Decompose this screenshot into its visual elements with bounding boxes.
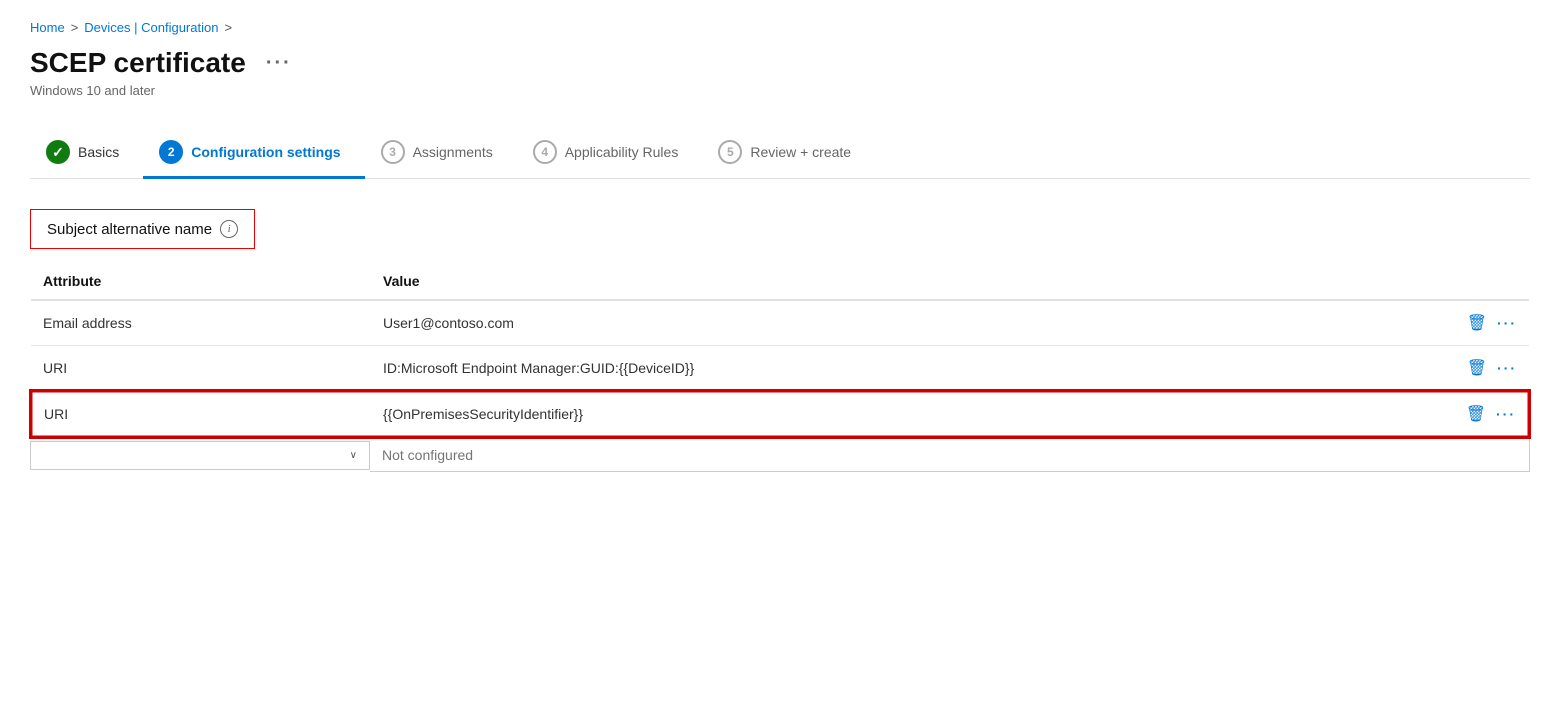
tab-applicability-label: Applicability Rules bbox=[565, 144, 679, 160]
tab-configuration[interactable]: 2 Configuration settings bbox=[143, 128, 364, 179]
delete-icon[interactable]: 🗑 bbox=[1466, 404, 1486, 424]
value-input[interactable] bbox=[370, 438, 1530, 472]
section-title: Subject alternative name bbox=[47, 221, 212, 238]
page-more-button[interactable]: ··· bbox=[258, 48, 300, 79]
section-label-box: Subject alternative name i bbox=[30, 209, 255, 249]
tab-basics-circle: ✓ bbox=[46, 140, 70, 164]
table-row: Email addressUser1@contoso.com 🗑 ··· bbox=[31, 300, 1529, 346]
table-row: URI{{OnPremisesSecurityIdentifier}} 🗑 ··· bbox=[31, 391, 1529, 437]
cell-attribute: URI bbox=[31, 391, 371, 437]
san-table: Attribute Value Email addressUser1@conto… bbox=[30, 265, 1530, 438]
page-title: SCEP certificate bbox=[30, 47, 246, 79]
breadcrumb-home[interactable]: Home bbox=[30, 20, 65, 35]
breadcrumb: Home > Devices | Configuration > bbox=[30, 20, 1530, 35]
cell-value: ID:Microsoft Endpoint Manager:GUID:{{Dev… bbox=[371, 346, 1449, 392]
tab-review-circle: 5 bbox=[718, 140, 742, 164]
info-icon[interactable]: i bbox=[220, 220, 238, 238]
page-subtitle: Windows 10 and later bbox=[30, 83, 1530, 98]
tab-basics[interactable]: ✓ Basics bbox=[30, 128, 143, 179]
add-row: ∨ bbox=[30, 438, 1530, 472]
row-more-button[interactable]: ··· bbox=[1497, 360, 1517, 376]
delete-icon[interactable]: 🗑 bbox=[1467, 358, 1487, 378]
chevron-down-icon: ∨ bbox=[350, 450, 357, 461]
tab-configuration-label: Configuration settings bbox=[191, 144, 340, 160]
page-title-row: SCEP certificate ··· bbox=[30, 47, 1530, 79]
tab-configuration-circle: 2 bbox=[159, 140, 183, 164]
cell-value: User1@contoso.com bbox=[371, 300, 1449, 346]
wizard-tabs: ✓ Basics 2 Configuration settings 3 Assi… bbox=[30, 128, 1530, 179]
tab-applicability[interactable]: 4 Applicability Rules bbox=[517, 128, 703, 179]
row-more-button[interactable]: ··· bbox=[1497, 315, 1517, 331]
tab-basics-label: Basics bbox=[78, 144, 119, 160]
row-more-button[interactable]: ··· bbox=[1496, 406, 1516, 422]
cell-actions: 🗑 ··· bbox=[1449, 346, 1529, 392]
attribute-dropdown[interactable]: ∨ bbox=[30, 441, 370, 470]
delete-icon[interactable]: 🗑 bbox=[1467, 313, 1487, 333]
cell-value: {{OnPremisesSecurityIdentifier}} bbox=[371, 391, 1449, 437]
tab-assignments-circle: 3 bbox=[381, 140, 405, 164]
cell-attribute: URI bbox=[31, 346, 371, 392]
breadcrumb-devices[interactable]: Devices | Configuration bbox=[84, 20, 218, 35]
breadcrumb-sep2: > bbox=[224, 20, 232, 35]
tab-assignments[interactable]: 3 Assignments bbox=[365, 128, 517, 179]
tab-assignments-label: Assignments bbox=[413, 144, 493, 160]
col-header-value: Value bbox=[371, 265, 1449, 300]
tab-review[interactable]: 5 Review + create bbox=[702, 128, 875, 179]
tab-review-label: Review + create bbox=[750, 144, 851, 160]
tab-applicability-circle: 4 bbox=[533, 140, 557, 164]
col-header-attribute: Attribute bbox=[31, 265, 371, 300]
cell-attribute: Email address bbox=[31, 300, 371, 346]
table-row: URIID:Microsoft Endpoint Manager:GUID:{{… bbox=[31, 346, 1529, 392]
cell-actions: 🗑 ··· bbox=[1449, 391, 1529, 437]
cell-actions: 🗑 ··· bbox=[1449, 300, 1529, 346]
breadcrumb-sep1: > bbox=[71, 20, 79, 35]
